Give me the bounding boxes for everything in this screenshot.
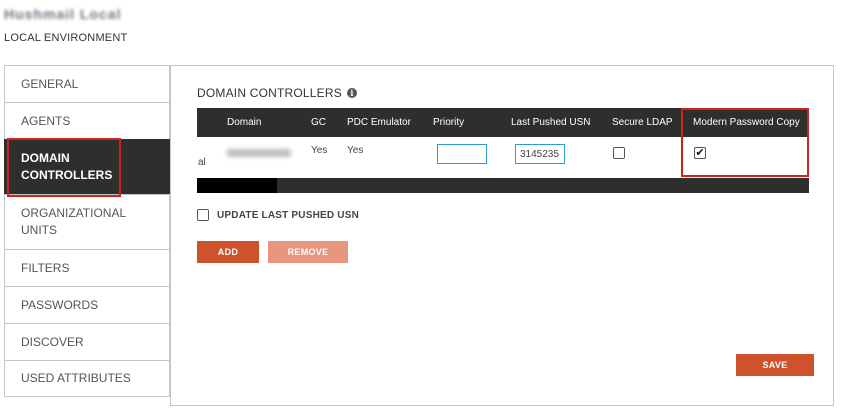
checkmark-icon: ✔: [695, 146, 705, 159]
section-title: DOMAIN CONTROLLERS i: [197, 86, 357, 100]
pdc-emulator-cell: Yes: [347, 145, 364, 156]
sidebar-item-label: GENERAL: [21, 76, 79, 91]
column-header-last-pushed-usn[interactable]: Last Pushed USN: [511, 117, 591, 128]
sidebar-nav: GENERAL AGENTS DOMAIN CONTROLLERS ORGANI…: [4, 65, 170, 397]
column-header-modern-password-copy[interactable]: Modern Password Copy: [693, 117, 800, 128]
scrollbar-thumb[interactable]: [197, 178, 277, 193]
sidebar-item-discover[interactable]: DISCOVER: [4, 323, 170, 360]
sidebar-item-passwords[interactable]: PASSWORDS: [4, 286, 170, 323]
sidebar-item-label: DOMAIN CONTROLLERS: [21, 151, 113, 182]
domain-controllers-table: Domain GC PDC Emulator Priority Last Pus…: [197, 108, 809, 193]
secure-ldap-checkbox[interactable]: [613, 147, 625, 159]
update-last-pushed-usn-label[interactable]: UPDATE LAST PUSHED USN: [217, 210, 359, 221]
sidebar-item-label: FILTERS: [21, 260, 70, 275]
app-title: Hushmail Local: [4, 6, 122, 22]
sidebar-item-used-attributes[interactable]: USED ATTRIBUTES: [4, 360, 170, 397]
last-pushed-usn-input[interactable]: [515, 144, 565, 164]
update-last-pushed-usn-checkbox[interactable]: [197, 209, 209, 221]
gc-cell: Yes: [311, 145, 328, 156]
info-icon[interactable]: i: [346, 88, 357, 98]
horizontal-scrollbar[interactable]: [197, 178, 809, 193]
sidebar-item-agents[interactable]: AGENTS: [4, 102, 170, 139]
sidebar-item-filters[interactable]: FILTERS: [4, 249, 170, 286]
sidebar-item-label: ORGANIZATIONAL UNITS: [21, 206, 126, 237]
column-header-pdc-emulator[interactable]: PDC Emulator: [347, 117, 411, 128]
priority-input[interactable]: [437, 144, 487, 164]
sidebar-item-label: USED ATTRIBUTES: [21, 371, 131, 385]
sidebar-item-label: DISCOVER: [21, 334, 84, 349]
domain-cell-suffix: al: [198, 157, 206, 168]
sidebar-item-label: PASSWORDS: [21, 297, 99, 312]
remove-button[interactable]: REMOVE: [268, 241, 348, 263]
save-button[interactable]: SAVE: [736, 354, 814, 376]
column-header-gc[interactable]: GC: [311, 117, 326, 128]
column-header-domain[interactable]: Domain: [227, 117, 261, 128]
sidebar-item-domain-controllers[interactable]: DOMAIN CONTROLLERS: [4, 138, 170, 197]
sidebar-item-label: AGENTS: [21, 113, 71, 128]
column-header-secure-ldap[interactable]: Secure LDAP: [612, 117, 673, 128]
modern-password-copy-checkbox[interactable]: ✔: [694, 147, 706, 159]
sidebar-item-organizational-units[interactable]: ORGANIZATIONAL UNITS: [4, 194, 170, 249]
column-header-priority[interactable]: Priority: [433, 117, 464, 128]
table-row: al Yes Yes ✔: [197, 108, 809, 178]
add-button[interactable]: ADD: [197, 241, 259, 263]
table-header: Domain GC PDC Emulator Priority Last Pus…: [197, 108, 809, 137]
content-panel: DOMAIN CONTROLLERS i Domain GC PDC Emula…: [170, 65, 834, 406]
domain-redacted: [227, 149, 291, 157]
environment-label: LOCAL ENVIRONMENT: [4, 32, 128, 44]
section-title-text: DOMAIN CONTROLLERS: [197, 86, 342, 100]
update-last-pushed-usn-option[interactable]: UPDATE LAST PUSHED USN: [197, 209, 359, 221]
sidebar-item-general[interactable]: GENERAL: [4, 65, 170, 102]
